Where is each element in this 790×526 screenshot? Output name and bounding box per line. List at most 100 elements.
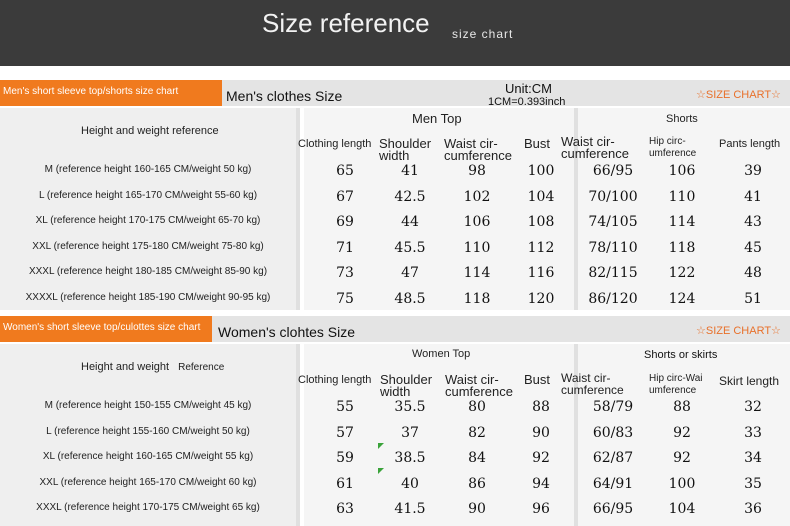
- value-shorts-waist: 66/95: [592, 163, 634, 179]
- corner-mark-icon: [378, 468, 384, 474]
- men-col-hip-l2: umference: [649, 148, 697, 159]
- value-hip: 92: [673, 424, 691, 441]
- value-clothing-length: 65: [336, 163, 354, 179]
- value-waist: 110: [463, 239, 491, 256]
- value-bust: 90: [532, 424, 550, 441]
- value-shorts-waist: 78/110: [588, 239, 638, 256]
- women-col-shorts-waist: Waist cir- cumference: [561, 372, 624, 396]
- value-length: 45: [744, 239, 762, 256]
- value-length: 36: [744, 501, 762, 517]
- men-col-bust: Bust: [524, 136, 551, 151]
- unit-label: Unit:CM: [505, 81, 552, 96]
- men-col-shorts-waist: Waist cir- cumference: [561, 135, 629, 161]
- women-size-chart-label: ☆SIZE CHART☆: [696, 325, 781, 337]
- size-reference: XXL (reference height 175-180 CM/weight …: [32, 240, 264, 252]
- women-col-bust: Bust: [524, 372, 551, 387]
- women-top-group: Women Top: [412, 348, 471, 360]
- value-clothing-length: 73: [336, 265, 354, 281]
- value-shoulder-width: 37: [401, 424, 419, 441]
- men-col-shorts-waist-l2: cumference: [561, 146, 629, 161]
- value-clothing-length: 71: [336, 239, 354, 256]
- women-col-shoulder: Shoulder width: [380, 373, 432, 399]
- men-ref-column: [0, 108, 296, 310]
- value-shorts-waist: 58/79: [592, 399, 634, 415]
- value-hip: 100: [668, 475, 696, 492]
- value-clothing-length: 57: [336, 424, 354, 441]
- value-length: 43: [744, 214, 762, 230]
- women-section-label: Women's clohtes Size: [218, 324, 356, 340]
- value-bust: 116: [527, 265, 555, 281]
- value-shoulder-width: 42.5: [394, 188, 426, 205]
- value-shorts-waist: 70/100: [588, 188, 638, 205]
- size-reference: XXXL (reference height 180-185 CM/weight…: [28, 266, 268, 277]
- value-bust: 92: [532, 450, 550, 466]
- page-subtitle: size chart: [452, 27, 514, 41]
- value-waist: 98: [468, 163, 486, 179]
- page-title: Size reference: [262, 8, 430, 38]
- size-reference: XL (reference height 170-175 CM/weight 6…: [35, 215, 261, 226]
- value-waist: 82: [468, 424, 486, 441]
- men-col-clothing-length: Clothing length: [298, 138, 372, 150]
- men-size-chart-label: ☆SIZE CHART☆: [696, 89, 781, 101]
- men-col-hip-l1: Hip circ-: [649, 136, 686, 147]
- value-waist: 102: [463, 188, 491, 205]
- value-clothing-length: 55: [336, 399, 354, 415]
- men-col-shoulder-l2: width: [379, 148, 410, 163]
- men-shorts-group: Shorts: [666, 113, 698, 125]
- value-shoulder-width: 38.5: [394, 450, 426, 466]
- value-shoulder-width: 35.5: [394, 399, 426, 415]
- men-col-shoulder: Shoulder width: [379, 137, 431, 163]
- men-col-waist: Waist cir- cumference: [444, 137, 512, 163]
- value-hip: 124: [668, 290, 696, 307]
- value-waist: 118: [463, 290, 491, 307]
- women-col-hip: Hip circ-Wai umference: [649, 373, 703, 397]
- value-shorts-waist: 62/87: [592, 450, 634, 466]
- men-col-waist-l2: cumference: [444, 148, 512, 163]
- women-col-shoulder-l2: width: [380, 384, 411, 399]
- value-waist: 90: [468, 501, 486, 517]
- men-size-section: Men's short sleeve top/shorts size chart…: [0, 80, 790, 310]
- value-length: 33: [744, 424, 762, 441]
- value-hip: 88: [673, 399, 691, 415]
- value-shorts-waist: 74/105: [588, 214, 638, 230]
- value-shoulder-width: 48.5: [394, 290, 426, 307]
- size-reference: XXL (reference height 165-170 CM/weight …: [39, 476, 257, 488]
- women-ref-header-l1: Height and weight: [81, 361, 170, 373]
- women-col-shorts-waist-l2: cumference: [561, 383, 624, 397]
- size-reference: M (reference height 150-155 CM/weight 45…: [44, 400, 252, 411]
- header-gap: [0, 66, 790, 80]
- women-ref-header-l2: Reference: [178, 362, 225, 373]
- women-size-section: Women's short sleeve top/culottes size c…: [0, 316, 790, 526]
- women-col-hip-l1: Hip circ-Wai: [649, 373, 703, 384]
- value-shoulder-width: 44: [401, 214, 419, 230]
- value-clothing-length: 59: [336, 450, 354, 466]
- value-hip: 92: [673, 450, 691, 466]
- value-clothing-length: 69: [336, 214, 354, 230]
- women-tab: Women's short sleeve top/culottes size c…: [0, 316, 212, 342]
- size-reference: XXXXL (reference height 185-190 CM/weigh…: [25, 291, 271, 303]
- women-col-waist-l2: cumference: [445, 384, 513, 399]
- value-hip: 118: [668, 239, 696, 256]
- men-tab: Men's short sleeve top/shorts size chart: [0, 80, 222, 106]
- value-bust: 112: [527, 239, 555, 256]
- value-shoulder-width: 45.5: [394, 239, 426, 256]
- size-reference: M (reference height 160-165 CM/weight 50…: [44, 164, 252, 175]
- value-length: 35: [744, 475, 762, 492]
- women-shorts-group: Shorts or skirts: [644, 349, 718, 361]
- value-waist: 114: [463, 265, 491, 281]
- men-col-hip: Hip circ- umference: [649, 136, 696, 160]
- value-bust: 120: [527, 290, 555, 307]
- size-reference: XXXL (reference height 170-175 CM/weight…: [36, 502, 260, 513]
- women-col-waist: Waist cir- cumference: [445, 373, 513, 399]
- value-bust: 94: [532, 475, 550, 492]
- women-col-hip-l2: umference: [649, 385, 697, 396]
- women-col-clothing-length: Clothing length: [298, 374, 372, 386]
- value-shorts-waist: 86/120: [588, 290, 638, 307]
- men-section-label: Men's clothes Size: [226, 88, 343, 104]
- value-length: 41: [744, 188, 762, 205]
- men-col-pants-length: Pants length: [719, 138, 781, 150]
- value-shoulder-width: 47: [401, 265, 419, 281]
- page-header: Size reference size chart: [0, 0, 790, 66]
- corner-mark-icon: [378, 443, 384, 449]
- value-hip: 104: [668, 501, 696, 517]
